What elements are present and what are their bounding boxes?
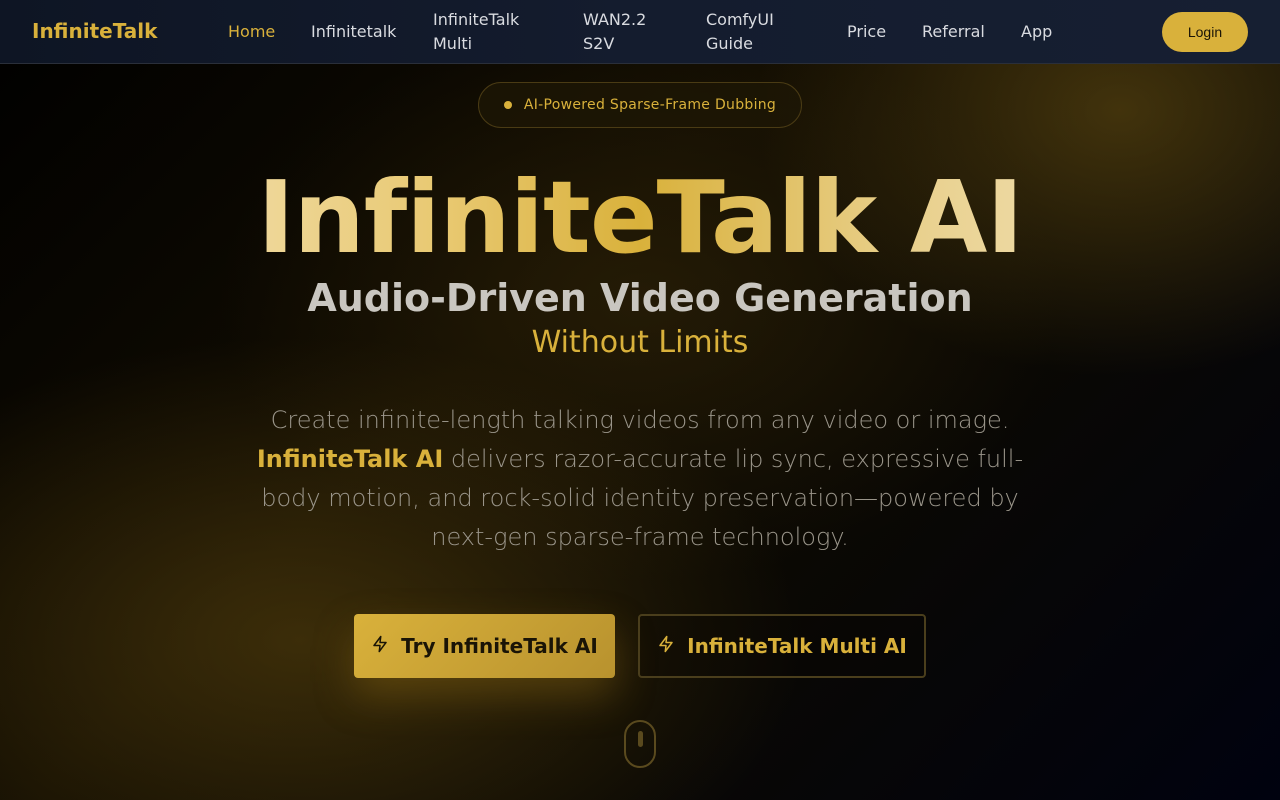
nav-app[interactable]: App — [1021, 20, 1052, 44]
lightning-bolt-icon — [657, 634, 675, 658]
nav-wan22-s2v[interactable]: WAN2.2 S2V — [583, 8, 675, 56]
nav-referral[interactable]: Referral — [922, 20, 985, 44]
nav-infinitetalk-multi[interactable]: InfiniteTalk Multi — [433, 8, 553, 56]
try-infinitetalk-button[interactable]: Try InfiniteTalk AI — [354, 614, 615, 678]
site-logo[interactable]: InfiniteTalk — [32, 19, 157, 43]
try-button-label: Try InfiniteTalk AI — [401, 634, 598, 658]
infinitetalk-multi-button[interactable]: InfiniteTalk Multi AI — [638, 614, 926, 678]
badge-text: AI-Powered Sparse-Frame Dubbing — [523, 97, 777, 113]
hero-subtitle: Audio-Driven Video Generation — [307, 276, 973, 320]
nav-price[interactable]: Price — [847, 20, 886, 44]
nav-infinitetalk[interactable]: Infinitetalk — [311, 20, 396, 44]
nav-comfyui-guide[interactable]: ComfyUI Guide — [706, 8, 806, 56]
badge-dot-icon — [503, 101, 512, 109]
desc-highlight: InfiniteTalk AI — [256, 445, 444, 473]
desc-part1: Create infinite-length talking videos fr… — [270, 406, 1010, 434]
feature-badge: AI-Powered Sparse-Frame Dubbing — [478, 82, 802, 128]
scroll-wheel — [638, 731, 643, 747]
nav-home[interactable]: Home — [228, 20, 275, 44]
login-button[interactable]: Login — [1162, 12, 1248, 52]
top-navbar: InfiniteTalk Home Infinitetalk InfiniteT… — [0, 0, 1280, 64]
hero-description: Create infinite-length talking videos fr… — [240, 401, 1040, 557]
lightning-bolt-icon — [371, 634, 389, 658]
mouse-scroll-icon[interactable] — [624, 720, 656, 768]
multi-button-label: InfiniteTalk Multi AI — [687, 634, 907, 658]
hero-title: InfiniteTalk AI — [0, 162, 1280, 274]
hero-tagline: Without Limits — [531, 325, 749, 360]
